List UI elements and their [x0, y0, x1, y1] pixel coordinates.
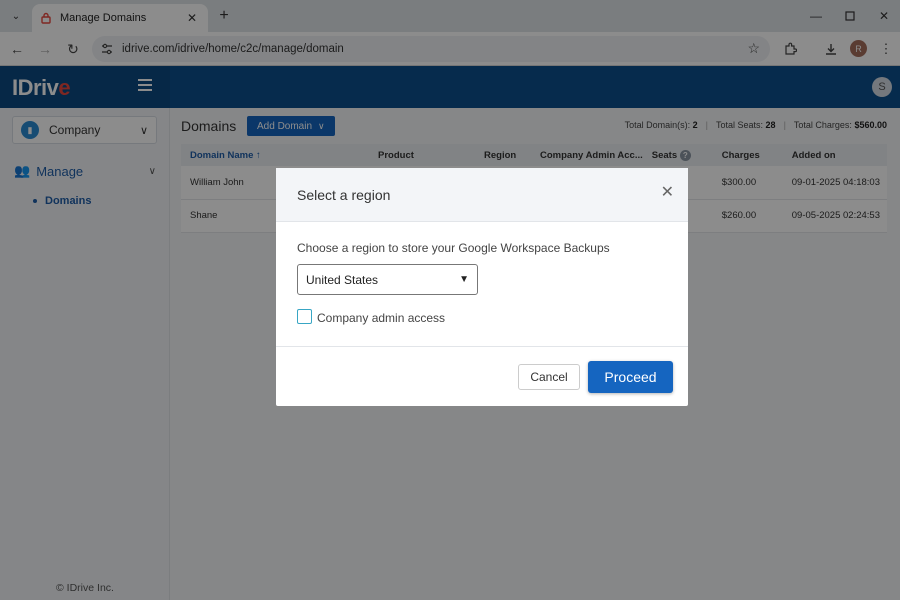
- cancel-button[interactable]: Cancel: [518, 364, 580, 390]
- company-admin-access-checkbox[interactable]: [297, 309, 312, 324]
- close-icon[interactable]: ✕: [661, 182, 674, 202]
- select-region-dialog: Select a region ✕ Choose a region to sto…: [276, 168, 688, 406]
- region-select[interactable]: United States ▼: [297, 264, 478, 295]
- divider: [276, 346, 688, 347]
- region-prompt-label: Choose a region to store your Google Wor…: [297, 241, 610, 255]
- company-admin-access-label[interactable]: Company admin access: [317, 311, 445, 325]
- modal-header: Select a region ✕: [276, 168, 688, 222]
- proceed-button[interactable]: Proceed: [588, 361, 673, 393]
- chevron-down-icon: ▼: [459, 274, 469, 285]
- modal-title: Select a region: [297, 187, 391, 203]
- region-selected-value: United States: [306, 272, 379, 287]
